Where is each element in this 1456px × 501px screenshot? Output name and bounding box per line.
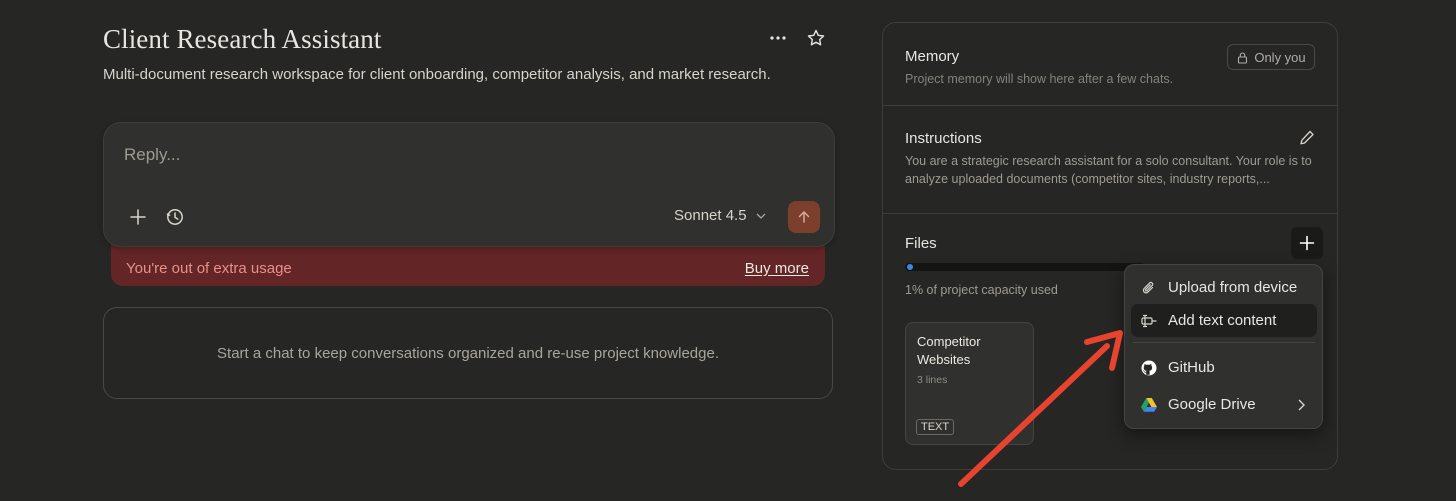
github-icon [1141, 360, 1157, 375]
visibility-label: Only you [1254, 49, 1306, 65]
model-name: Sonnet 4.5 [674, 207, 747, 224]
file-name: Competitor Websites [917, 334, 981, 367]
edit-instructions-button[interactable] [1298, 129, 1316, 152]
reply-input[interactable] [124, 145, 724, 165]
capacity-bar [905, 263, 1145, 271]
capacity-bar-fill [907, 264, 913, 270]
star-icon[interactable] [806, 28, 826, 48]
lock-icon [1238, 51, 1248, 64]
message-composer: Sonnet 4.5 [103, 122, 835, 247]
file-line-count: 3 lines [917, 374, 948, 386]
memory-title: Memory [905, 48, 960, 65]
memory-note: Project memory will show here after a fe… [905, 72, 1174, 86]
menu-item-google-drive[interactable]: Google Drive [1131, 388, 1317, 421]
files-title: Files [905, 235, 937, 252]
buy-more-link[interactable]: Buy more [745, 260, 809, 277]
chevron-down-icon [756, 213, 766, 219]
page-title: Client Research Assistant [103, 24, 382, 54]
plus-icon [130, 209, 146, 225]
header-actions [768, 28, 826, 48]
menu-item-add-text-content[interactable]: Add text content [1131, 304, 1317, 337]
capacity-text: 1% of project capacity used [905, 283, 1058, 297]
arrow-up-icon [798, 211, 810, 223]
add-content-menu: Upload from device Add text content GitH… [1124, 264, 1323, 429]
chevron-right-icon [1298, 399, 1305, 410]
file-type-badge: TEXT [916, 419, 955, 435]
more-options-icon[interactable] [768, 28, 788, 48]
add-file-button[interactable] [1291, 227, 1323, 259]
text-content-icon [1141, 314, 1157, 327]
menu-item-label: Upload from device [1168, 279, 1298, 296]
file-card[interactable]: Competitor Websites 3 lines TEXT [905, 322, 1034, 445]
menu-item-label: GitHub [1168, 359, 1215, 376]
divider [883, 105, 1337, 106]
history-button[interactable] [164, 206, 186, 228]
menu-item-upload-from-device[interactable]: Upload from device [1131, 271, 1317, 304]
pencil-icon [1300, 130, 1314, 145]
instructions-title: Instructions [905, 130, 982, 147]
menu-item-label: Google Drive [1168, 396, 1256, 413]
add-attachment-button[interactable] [127, 206, 149, 228]
model-selector[interactable]: Sonnet 4.5 [674, 207, 767, 224]
usage-message: You're out of extra usage [126, 259, 292, 277]
project-description: Multi-document research workspace for cl… [103, 66, 771, 83]
memory-visibility-badge[interactable]: Only you [1227, 44, 1315, 70]
paperclip-icon [1142, 281, 1154, 293]
empty-chats-state: Start a chat to keep conversations organ… [103, 307, 833, 399]
menu-item-label: Add text content [1168, 312, 1277, 329]
menu-item-github[interactable]: GitHub [1131, 351, 1317, 384]
send-button[interactable] [788, 201, 820, 233]
empty-state-text: Start a chat to keep conversations organ… [217, 344, 719, 362]
menu-separator [1133, 342, 1315, 343]
instructions-text: You are a strategic research assistant f… [905, 154, 1312, 186]
divider [883, 213, 1337, 214]
plus-icon [1299, 235, 1315, 251]
clock-icon [166, 209, 183, 225]
google-drive-icon [1141, 397, 1157, 412]
